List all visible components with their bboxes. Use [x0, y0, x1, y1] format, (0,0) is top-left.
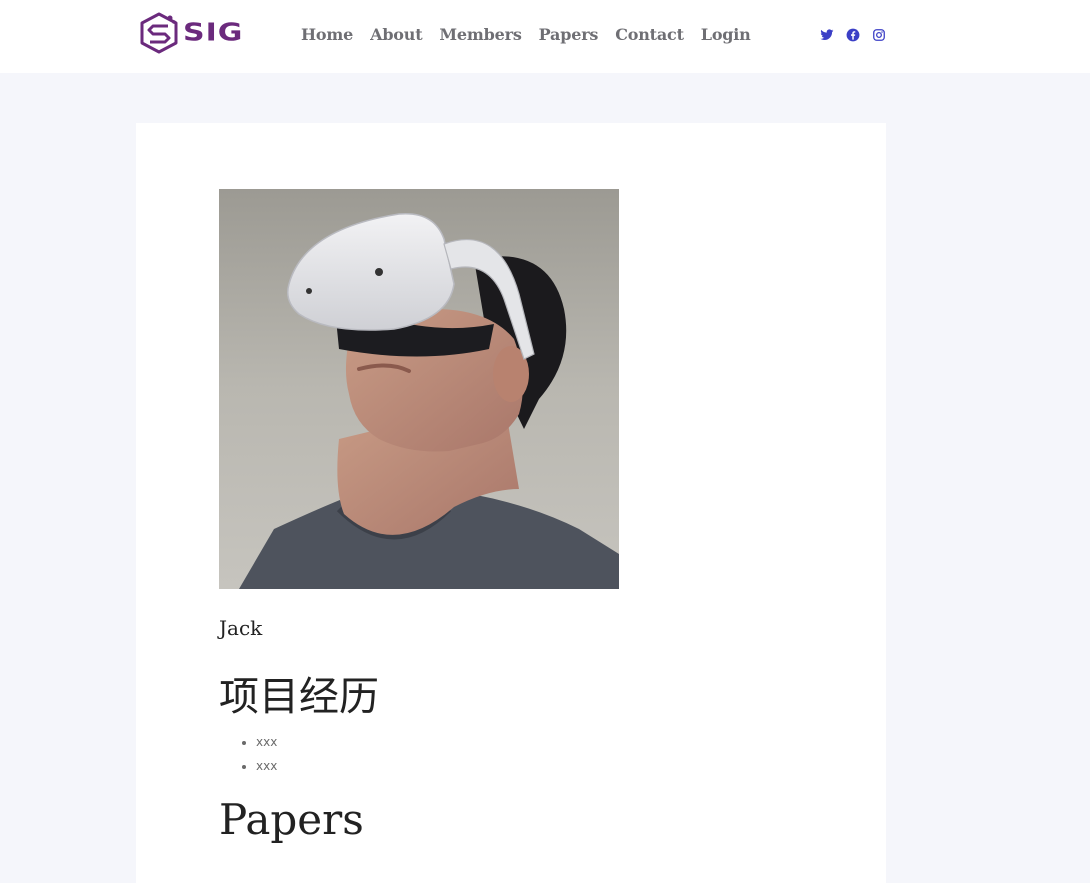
social-links [820, 27, 898, 42]
member-profile-card: Jack 项目经历 xxx xxx Papers [136, 123, 886, 883]
main-nav: Home About Members Papers Contact Login [301, 22, 768, 46]
papers-heading: Papers [219, 795, 364, 844]
nav-papers[interactable]: Papers [539, 25, 599, 44]
circuit-s-logo-icon [140, 12, 178, 53]
list-item: xxx [256, 734, 277, 758]
site-logo[interactable]: SIG [139, 10, 254, 55]
member-photo [219, 189, 619, 589]
nav-home[interactable]: Home [301, 25, 353, 44]
nav-about[interactable]: About [370, 25, 423, 44]
list-item: xxx [256, 758, 277, 782]
instagram-icon[interactable] [872, 27, 886, 41]
site-header: SIG Home About Members Papers Contact Lo… [0, 0, 1090, 73]
nav-login[interactable]: Login [701, 25, 751, 44]
nav-members[interactable]: Members [439, 25, 521, 44]
nav-contact[interactable]: Contact [615, 25, 684, 44]
facebook-icon[interactable] [846, 27, 860, 42]
project-experience-heading: 项目经历 [219, 674, 379, 720]
member-name: Jack [219, 616, 263, 640]
logo-text: SIG [183, 18, 244, 47]
twitter-icon[interactable] [820, 27, 834, 41]
project-list: xxx xxx [256, 734, 277, 782]
